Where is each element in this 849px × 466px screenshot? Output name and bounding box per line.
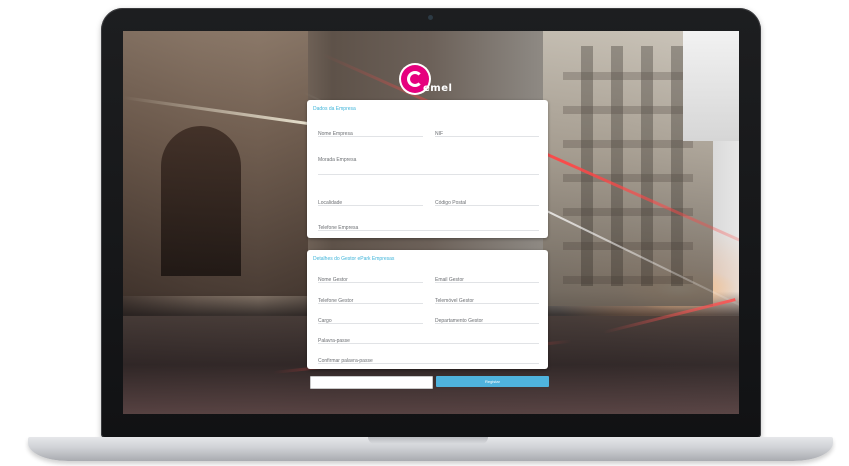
locality-field [318, 191, 423, 209]
emel-logo: emel [401, 65, 481, 99]
manager-details-card: Detalhes do Gestor ePark Empresas [307, 250, 548, 369]
manager-email-field [435, 268, 539, 286]
manager-email-input[interactable] [435, 274, 539, 286]
company-address-input[interactable] [318, 154, 539, 166]
company-name-input[interactable] [318, 128, 423, 140]
webcam-icon [428, 15, 433, 20]
role-field [318, 309, 423, 327]
company-name-field [318, 122, 423, 140]
laptop-base-notch [368, 437, 488, 444]
role-input[interactable] [318, 315, 423, 327]
background-arch [161, 126, 241, 276]
company-address-field [318, 148, 539, 175]
captcha-box[interactable] [310, 376, 433, 389]
section-title-company: Dados da Empresa [313, 106, 356, 112]
manager-phone-input[interactable] [318, 295, 423, 307]
locality-input[interactable] [318, 197, 423, 209]
company-phone-input[interactable] [318, 222, 539, 234]
manager-mobile-input[interactable] [435, 295, 539, 307]
logo-text: emel [423, 83, 453, 94]
company-phone-field [318, 216, 539, 234]
screen: emel Dados da Empresa Detalhes do Gestor… [123, 31, 739, 414]
manager-name-input[interactable] [318, 274, 423, 286]
department-field [435, 309, 539, 327]
manager-phone-field [318, 289, 423, 307]
manager-name-field [318, 268, 423, 286]
background-sky [683, 31, 739, 141]
confirm-password-field [318, 349, 539, 367]
company-details-card: Dados da Empresa [307, 100, 548, 238]
password-input[interactable] [318, 335, 539, 347]
postal-code-input[interactable] [435, 197, 539, 209]
section-title-manager: Detalhes do Gestor ePark Empresas [313, 256, 395, 262]
nif-input[interactable] [435, 128, 539, 140]
register-button[interactable]: Registar [436, 376, 549, 387]
password-field [318, 329, 539, 347]
department-input[interactable] [435, 315, 539, 327]
nif-field [435, 122, 539, 140]
postal-code-field [435, 191, 539, 209]
confirm-password-input[interactable] [318, 355, 539, 367]
manager-mobile-field [435, 289, 539, 307]
